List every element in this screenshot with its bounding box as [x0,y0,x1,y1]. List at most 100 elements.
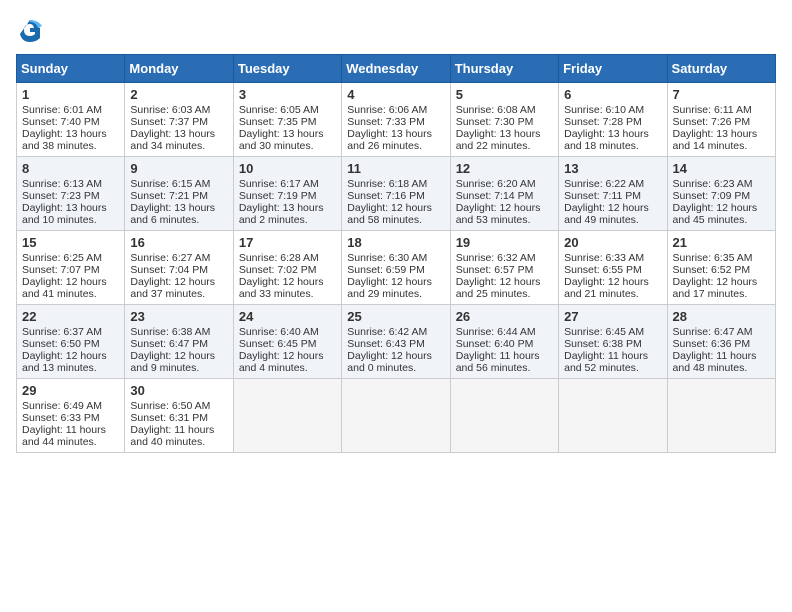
calendar-week-row: 29 Sunrise: 6:49 AM Sunset: 6:33 PM Dayl… [17,379,776,453]
calendar-cell: 16 Sunrise: 6:27 AM Sunset: 7:04 PM Dayl… [125,231,233,305]
day-number: 30 [130,383,227,398]
day-number: 3 [239,87,336,102]
daylight-label: Daylight: 13 hours and 14 minutes. [673,128,758,152]
calendar-cell: 5 Sunrise: 6:08 AM Sunset: 7:30 PM Dayli… [450,83,558,157]
sunrise-label: Sunrise: 6:22 AM [564,178,644,190]
daylight-label: Daylight: 11 hours and 48 minutes. [673,350,757,374]
calendar-cell: 13 Sunrise: 6:22 AM Sunset: 7:11 PM Dayl… [559,157,667,231]
sunset-label: Sunset: 7:21 PM [130,190,208,202]
day-number: 10 [239,161,336,176]
day-number: 11 [347,161,444,176]
day-number: 14 [673,161,770,176]
sunrise-label: Sunrise: 6:50 AM [130,400,210,412]
daylight-label: Daylight: 11 hours and 40 minutes. [130,424,214,448]
daylight-label: Daylight: 13 hours and 22 minutes. [456,128,541,152]
calendar-cell: 3 Sunrise: 6:05 AM Sunset: 7:35 PM Dayli… [233,83,341,157]
calendar-cell: 7 Sunrise: 6:11 AM Sunset: 7:26 PM Dayli… [667,83,775,157]
calendar-cell: 30 Sunrise: 6:50 AM Sunset: 6:31 PM Dayl… [125,379,233,453]
day-number: 19 [456,235,553,250]
calendar-cell: 10 Sunrise: 6:17 AM Sunset: 7:19 PM Dayl… [233,157,341,231]
day-number: 4 [347,87,444,102]
calendar-week-row: 15 Sunrise: 6:25 AM Sunset: 7:07 PM Dayl… [17,231,776,305]
calendar-cell: 2 Sunrise: 6:03 AM Sunset: 7:37 PM Dayli… [125,83,233,157]
sunset-label: Sunset: 7:23 PM [22,190,100,202]
day-number: 5 [456,87,553,102]
day-number: 2 [130,87,227,102]
calendar-cell: 18 Sunrise: 6:30 AM Sunset: 6:59 PM Dayl… [342,231,450,305]
daylight-label: Daylight: 13 hours and 38 minutes. [22,128,107,152]
sunset-label: Sunset: 6:31 PM [130,412,208,424]
daylight-label: Daylight: 12 hours and 17 minutes. [673,276,758,300]
day-number: 24 [239,309,336,324]
daylight-label: Daylight: 13 hours and 10 minutes. [22,202,107,226]
sunset-label: Sunset: 6:36 PM [673,338,751,350]
day-number: 18 [347,235,444,250]
daylight-label: Daylight: 13 hours and 34 minutes. [130,128,215,152]
sunrise-label: Sunrise: 6:32 AM [456,252,536,264]
day-number: 12 [456,161,553,176]
sunset-label: Sunset: 7:35 PM [239,116,317,128]
sunrise-label: Sunrise: 6:25 AM [22,252,102,264]
sunset-label: Sunset: 7:09 PM [673,190,751,202]
daylight-label: Daylight: 12 hours and 53 minutes. [456,202,541,226]
day-number: 20 [564,235,661,250]
sunset-label: Sunset: 6:47 PM [130,338,208,350]
day-number: 29 [22,383,119,398]
calendar-cell: 1 Sunrise: 6:01 AM Sunset: 7:40 PM Dayli… [17,83,125,157]
sunset-label: Sunset: 7:19 PM [239,190,317,202]
daylight-label: Daylight: 12 hours and 4 minutes. [239,350,324,374]
calendar-cell: 6 Sunrise: 6:10 AM Sunset: 7:28 PM Dayli… [559,83,667,157]
sunset-label: Sunset: 7:14 PM [456,190,534,202]
sunset-label: Sunset: 7:28 PM [564,116,642,128]
calendar-cell: 22 Sunrise: 6:37 AM Sunset: 6:50 PM Dayl… [17,305,125,379]
sunrise-label: Sunrise: 6:27 AM [130,252,210,264]
calendar-header-row: SundayMondayTuesdayWednesdayThursdayFrid… [17,55,776,83]
sunrise-label: Sunrise: 6:13 AM [22,178,102,190]
day-header-monday: Monday [125,55,233,83]
day-header-saturday: Saturday [667,55,775,83]
daylight-label: Daylight: 12 hours and 21 minutes. [564,276,649,300]
sunset-label: Sunset: 6:33 PM [22,412,100,424]
sunrise-label: Sunrise: 6:23 AM [673,178,753,190]
day-number: 25 [347,309,444,324]
calendar-cell: 15 Sunrise: 6:25 AM Sunset: 7:07 PM Dayl… [17,231,125,305]
sunset-label: Sunset: 6:57 PM [456,264,534,276]
sunrise-label: Sunrise: 6:37 AM [22,326,102,338]
calendar-cell: 24 Sunrise: 6:40 AM Sunset: 6:45 PM Dayl… [233,305,341,379]
calendar-cell: 28 Sunrise: 6:47 AM Sunset: 6:36 PM Dayl… [667,305,775,379]
daylight-label: Daylight: 12 hours and 13 minutes. [22,350,107,374]
day-header-thursday: Thursday [450,55,558,83]
sunrise-label: Sunrise: 6:08 AM [456,104,536,116]
daylight-label: Daylight: 12 hours and 9 minutes. [130,350,215,374]
sunrise-label: Sunrise: 6:18 AM [347,178,427,190]
sunset-label: Sunset: 6:45 PM [239,338,317,350]
daylight-label: Daylight: 13 hours and 18 minutes. [564,128,649,152]
sunset-label: Sunset: 7:26 PM [673,116,751,128]
sunrise-label: Sunrise: 6:01 AM [22,104,102,116]
sunrise-label: Sunrise: 6:15 AM [130,178,210,190]
calendar-cell: 25 Sunrise: 6:42 AM Sunset: 6:43 PM Dayl… [342,305,450,379]
sunrise-label: Sunrise: 6:33 AM [564,252,644,264]
day-number: 26 [456,309,553,324]
day-number: 13 [564,161,661,176]
daylight-label: Daylight: 12 hours and 29 minutes. [347,276,432,300]
sunrise-label: Sunrise: 6:06 AM [347,104,427,116]
calendar-cell [342,379,450,453]
page-header [16,16,776,44]
day-number: 23 [130,309,227,324]
calendar-cell: 12 Sunrise: 6:20 AM Sunset: 7:14 PM Dayl… [450,157,558,231]
sunrise-label: Sunrise: 6:05 AM [239,104,319,116]
calendar-table: SundayMondayTuesdayWednesdayThursdayFrid… [16,54,776,453]
sunrise-label: Sunrise: 6:28 AM [239,252,319,264]
sunrise-label: Sunrise: 6:17 AM [239,178,319,190]
calendar-cell: 26 Sunrise: 6:44 AM Sunset: 6:40 PM Dayl… [450,305,558,379]
calendar-cell: 17 Sunrise: 6:28 AM Sunset: 7:02 PM Dayl… [233,231,341,305]
sunset-label: Sunset: 6:38 PM [564,338,642,350]
daylight-label: Daylight: 12 hours and 37 minutes. [130,276,215,300]
day-number: 1 [22,87,119,102]
sunset-label: Sunset: 6:40 PM [456,338,534,350]
daylight-label: Daylight: 12 hours and 33 minutes. [239,276,324,300]
daylight-label: Daylight: 12 hours and 45 minutes. [673,202,758,226]
daylight-label: Daylight: 12 hours and 25 minutes. [456,276,541,300]
calendar-cell [450,379,558,453]
